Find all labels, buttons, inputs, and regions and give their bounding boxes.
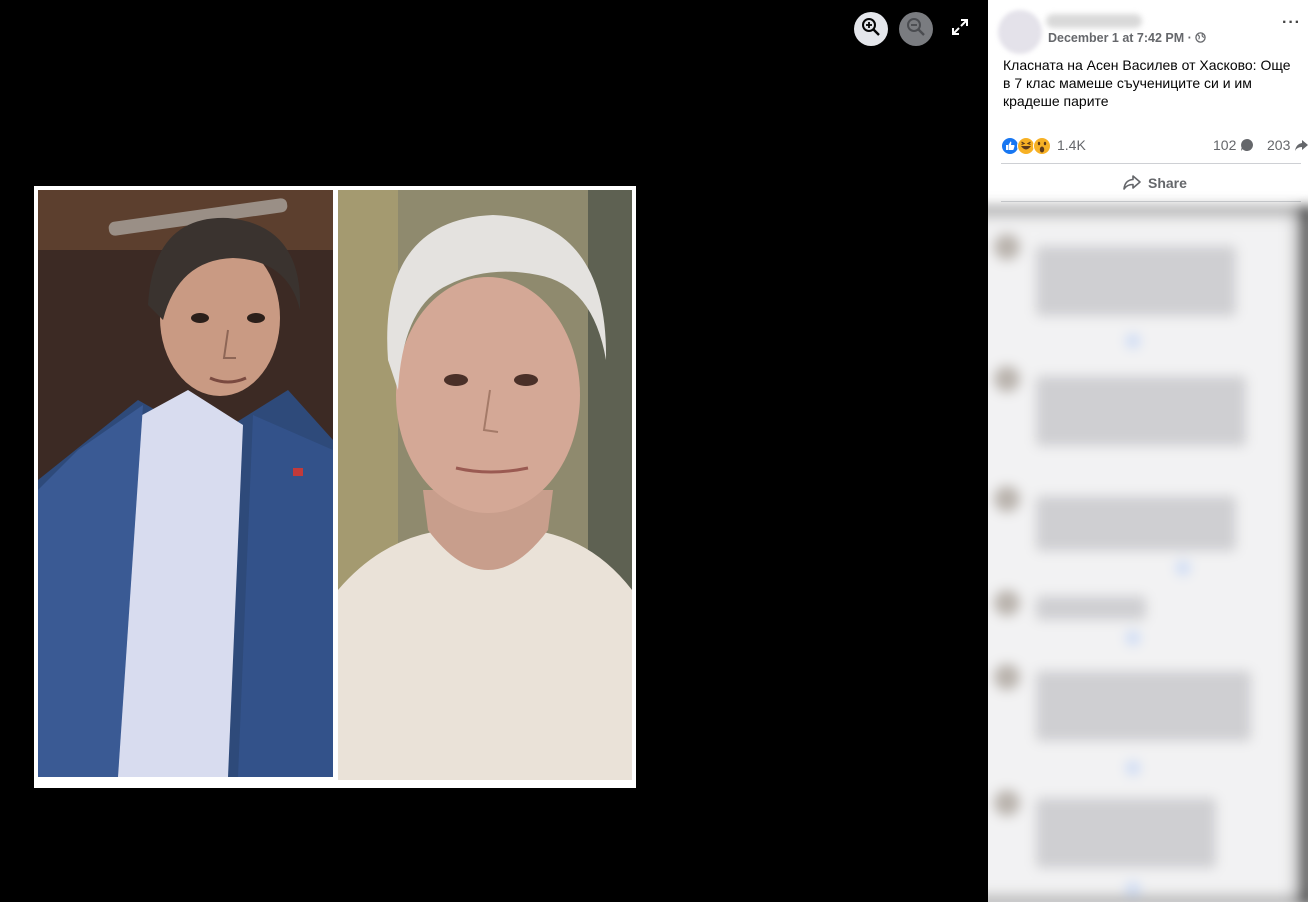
author-name-redacted[interactable] [1046, 14, 1142, 28]
comment-count[interactable]: 102 [1213, 137, 1254, 153]
author-avatar[interactable] [998, 10, 1042, 54]
comment-avatar [994, 790, 1020, 816]
zoom-out-icon [906, 17, 926, 42]
comment-icon [1240, 137, 1254, 153]
globe-icon [1195, 31, 1207, 45]
share-icon [1122, 173, 1142, 194]
comment-reaction-dot [1176, 561, 1190, 575]
comment-reaction-dot [1126, 761, 1140, 775]
comment-avatar [994, 486, 1020, 512]
post-sidebar: December 1 at 7:42 PM · ··· Класната на … [988, 0, 1308, 902]
like-icon [1001, 137, 1019, 155]
comment-reaction-dot [1126, 882, 1140, 896]
meta-separator: · [1187, 31, 1192, 45]
comment-avatar [994, 664, 1020, 690]
reaction-icons[interactable] [1001, 137, 1053, 155]
comments-section-redacted [988, 206, 1308, 902]
share-count-icon [1294, 137, 1308, 153]
photo-viewer [0, 0, 988, 902]
comment-bubble [1036, 496, 1236, 551]
fullscreen-icon [951, 18, 969, 41]
photo-panel-woman [338, 190, 632, 780]
comment-bubble [1036, 246, 1236, 316]
zoom-out-button[interactable] [899, 12, 933, 46]
post-meta: December 1 at 7:42 PM · [1048, 31, 1207, 45]
post-text: Класната на Асен Василев от Хасково: Още… [1003, 57, 1291, 109]
reactions-summary: 1.4K 102 203 [1001, 136, 1308, 156]
wow-icon [1033, 137, 1051, 155]
comment-bubble [1036, 596, 1146, 620]
comment-avatar [994, 234, 1020, 260]
more-options-button[interactable]: ··· [1282, 14, 1301, 32]
actions-divider-bottom [1001, 201, 1301, 202]
comment-count-value: 102 [1213, 137, 1237, 153]
share-label: Share [1148, 175, 1187, 191]
comment-bubble [1036, 671, 1251, 741]
share-count[interactable]: 203 [1267, 137, 1308, 153]
comment-bubble [1036, 798, 1216, 868]
fullscreen-button[interactable] [944, 12, 976, 46]
post-photo[interactable] [34, 186, 636, 788]
comment-bubble [1036, 376, 1246, 446]
post-date[interactable]: December 1 at 7:42 PM [1048, 31, 1184, 45]
haha-icon [1017, 137, 1035, 155]
zoom-in-button[interactable] [854, 12, 888, 46]
comment-reaction-dot [1126, 334, 1140, 348]
reaction-count[interactable]: 1.4K [1057, 137, 1086, 153]
actions-divider-top [1001, 163, 1301, 164]
comment-avatar [994, 366, 1020, 392]
zoom-in-icon [861, 17, 881, 42]
share-button[interactable]: Share [1122, 172, 1187, 194]
comment-reaction-dot [1126, 631, 1140, 645]
share-count-value: 203 [1267, 137, 1291, 153]
comment-avatar [994, 590, 1020, 616]
photo-panel-man [38, 190, 333, 777]
